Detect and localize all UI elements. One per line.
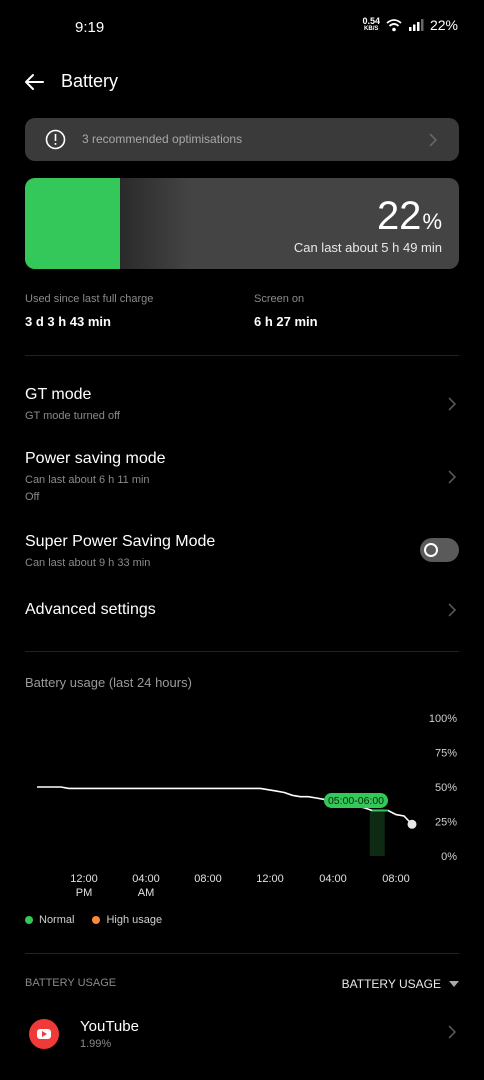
battery-level-gradient (120, 178, 190, 269)
divider (25, 953, 459, 954)
usage-sort-dropdown[interactable]: BATTERY USAGE (342, 977, 459, 991)
setting-gt-mode-sub: GT mode turned off (25, 410, 120, 422)
chart-legend: Normal High usage (25, 914, 162, 926)
youtube-icon (29, 1019, 59, 1049)
toggle-knob (424, 543, 438, 557)
chevron-right-icon (448, 397, 457, 411)
x-tick-label-sub: AM (138, 887, 155, 899)
setting-super-power-saving: Super Power Saving Mode Can last about 9… (25, 533, 459, 569)
chevron-right-icon (429, 133, 438, 147)
end-point (407, 819, 417, 829)
wifi-icon (386, 18, 402, 31)
status-bar: 9:19 0.54 KB/S 22% (0, 0, 484, 56)
legend-dot (25, 916, 33, 924)
battery-usage-chart[interactable]: 100% 75% 50% 25% 0% 05:00-06:00 12:00 PM 04:00 AM… (0, 700, 484, 910)
status-time: 9:19 (75, 19, 105, 36)
usage-list-header: BATTERY USAGE BATTERY USAGE (25, 977, 459, 991)
divider (25, 651, 459, 652)
usage-list-label: BATTERY USAGE (25, 977, 117, 989)
y-tick-label: 25% (435, 817, 457, 829)
highlight-bar (369, 809, 385, 856)
highlight-label: 05:00-06:00 (328, 795, 384, 807)
setting-advanced[interactable]: Advanced settings (25, 601, 459, 619)
battery-level-fill (25, 178, 120, 269)
legend-label: High usage (106, 914, 163, 926)
header: Battery (0, 66, 484, 98)
y-tick-label: 0% (441, 851, 457, 863)
network-speed: 0.54 KB/S (362, 17, 380, 33)
stat-used-label: Used since last full charge (25, 293, 154, 305)
battery-percentage: 22 % (377, 194, 442, 239)
x-tick-label: 04:00 (319, 873, 347, 885)
divider (25, 355, 459, 356)
y-tick-label: 50% (435, 782, 457, 794)
stat-screen-value: 6 h 27 min (254, 314, 318, 329)
legend-dot (92, 916, 101, 924)
back-arrow-icon[interactable] (22, 70, 46, 94)
app-name: YouTube (80, 1018, 139, 1035)
setting-super-power-title: Super Power Saving Mode (25, 533, 216, 550)
setting-power-saving-title: Power saving mode (25, 450, 166, 467)
x-tick-label: 12:00 (256, 873, 284, 885)
y-tick-label: 100% (429, 713, 457, 725)
stat-used-since-charge: Used since last full charge 3 d 3 h 43 m… (25, 293, 153, 329)
stat-screen-on: Screen on 6 h 27 min (254, 293, 318, 329)
app-usage-row[interactable]: YouTube 1.99% (25, 1014, 459, 1054)
network-speed-value: 0.54 (362, 16, 380, 26)
x-tick-label: 04:00 (132, 873, 160, 885)
setting-advanced-title: Advanced settings (25, 601, 156, 618)
signal-icon (408, 19, 424, 31)
battery-estimate: Can last about 5 h 49 min (293, 240, 442, 255)
battery-percentage-value: 22 (376, 194, 422, 238)
recommendations-text: 3 recommended optimisations (82, 132, 243, 146)
x-tick-label: 12:00 (70, 873, 98, 885)
exclamation-icon (45, 129, 66, 150)
setting-power-saving-status: Off (25, 491, 40, 503)
chevron-right-icon (448, 603, 457, 617)
y-tick-label: 75% (435, 748, 457, 760)
caret-down-icon (449, 981, 459, 987)
chevron-right-icon (448, 470, 457, 484)
setting-power-saving-sub: Can last about 6 h 11 min (25, 474, 150, 486)
battery-usage-title: Battery usage (last 24 hours) (25, 675, 192, 690)
super-power-saving-toggle[interactable] (420, 538, 459, 562)
x-tick-label: 08:00 (382, 873, 410, 885)
setting-super-power-sub: Can last about 9 h 33 min (25, 557, 151, 569)
stat-used-value: 3 d 3 h 43 min (25, 314, 111, 329)
recommendations-banner[interactable]: 3 recommended optimisations (25, 118, 459, 161)
setting-gt-mode[interactable]: GT mode GT mode turned off (25, 386, 459, 422)
chevron-right-icon (448, 1025, 457, 1039)
battery-percentage-sign: % (422, 209, 442, 234)
x-tick-label-sub: PM (76, 887, 93, 899)
battery-level-card: 22 % Can last about 5 h 49 min (25, 178, 459, 269)
setting-gt-mode-title: GT mode (25, 386, 92, 403)
usage-sort-label: BATTERY USAGE (341, 977, 441, 991)
status-icons: 0.54 KB/S 22% (362, 17, 458, 34)
stat-screen-label: Screen on (254, 293, 305, 305)
status-battery: 22% (429, 17, 458, 33)
x-tick-label: 08:00 (194, 873, 222, 885)
legend-label: Normal (39, 914, 75, 926)
page-title: Battery (61, 71, 119, 91)
network-speed-unit: KB/S (364, 26, 379, 32)
app-percent: 1.99% (80, 1038, 112, 1050)
setting-power-saving[interactable]: Power saving mode Can last about 6 h 11 … (25, 450, 459, 503)
